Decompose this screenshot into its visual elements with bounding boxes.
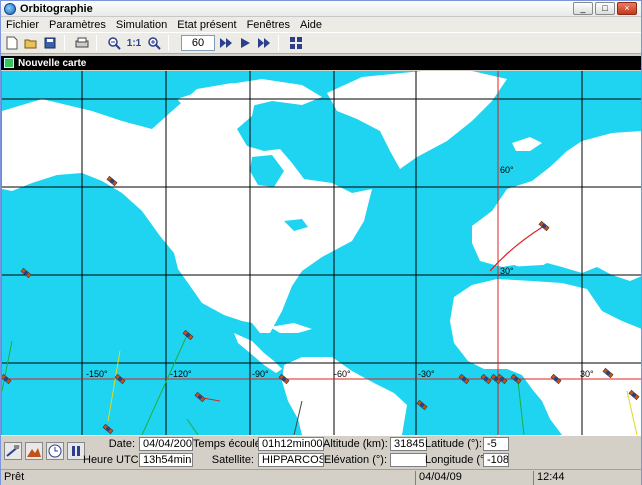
latitude-label: 60° <box>500 165 514 175</box>
elevation-field[interactable] <box>390 453 427 467</box>
elevation-label: Elévation (°): <box>323 454 387 466</box>
satellite-field[interactable]: HIPPARCOS <box>258 453 324 467</box>
longitude-label: -30° <box>418 369 435 379</box>
menu-simulation[interactable]: Simulation <box>111 19 172 31</box>
longitude-label: -120° <box>170 369 192 379</box>
fast-forward-icon[interactable] <box>218 35 234 51</box>
status-time: 12:44 <box>533 471 639 485</box>
menu-etat-present[interactable]: Etat présent <box>172 19 241 31</box>
elapsed-time-label: Temps écoulé: <box>193 438 264 450</box>
status-bar: Prêt 04/04/09 12:44 <box>1 469 641 485</box>
longitude-label: Longitude (°): <box>425 454 492 466</box>
menu-fenetres[interactable]: Fenêtres <box>242 19 295 31</box>
longitude-label: -90° <box>252 369 269 379</box>
info-panel: Date: 04/04/2009 Temps écoulé: 01h12min0… <box>1 435 641 469</box>
save-icon[interactable] <box>42 35 58 51</box>
altitude-field[interactable]: 31845 <box>390 437 427 451</box>
zoom-out-icon[interactable] <box>106 35 122 51</box>
utc-time-field[interactable]: 13h54min51 <box>139 453 193 467</box>
menu-bar: Fichier Paramètres Simulation Etat prése… <box>1 17 641 32</box>
longitude-label: -60° <box>334 369 351 379</box>
zoom-in-icon[interactable] <box>146 35 162 51</box>
open-folder-icon[interactable] <box>23 35 39 51</box>
latitude-label: 30° <box>500 266 514 276</box>
window-title: Orbitographie <box>20 2 93 15</box>
zoom-one-to-one-icon[interactable]: 1:1 <box>125 35 143 51</box>
globe-icon <box>4 2 16 15</box>
date-field[interactable]: 04/04/2009 <box>139 437 193 451</box>
map-window-titlebar[interactable]: Nouvelle carte <box>1 56 641 70</box>
status-text: Prêt <box>4 471 25 483</box>
satellite-label: Satellite: <box>211 454 254 466</box>
print-icon[interactable] <box>74 35 90 51</box>
toolbar-separator <box>168 35 169 51</box>
map-window-title: Nouvelle carte <box>18 57 87 69</box>
toolbar-separator <box>96 35 97 51</box>
altitude-label: Altitude (km): <box>323 438 388 450</box>
status-date: 04/04/09 <box>415 471 533 485</box>
latitude-field[interactable]: -5 <box>483 437 509 451</box>
minimize-button[interactable]: _ <box>573 2 593 15</box>
toolbar-separator <box>278 35 279 51</box>
menu-fichier[interactable]: Fichier <box>1 19 44 31</box>
play-icon[interactable] <box>237 35 253 51</box>
fast-play-icon[interactable] <box>256 35 272 51</box>
map-icon <box>4 58 14 68</box>
world-map[interactable]: -150° -120° -90° -60° -30° 30° 60° 30° <box>1 71 641 435</box>
satellite-view-icon[interactable] <box>4 442 22 460</box>
title-bar[interactable]: Orbitographie _ □ × <box>1 1 641 17</box>
date-label: Date: <box>108 438 135 450</box>
elapsed-time-field[interactable]: 01h12min00 <box>258 437 324 451</box>
longitude-label: 30° <box>580 369 594 379</box>
longitude-label: -150° <box>86 369 108 379</box>
toolbar: 1:1 60 <box>1 32 641 54</box>
latitude-label: Latitude (°): <box>425 438 482 450</box>
toolbar-separator <box>64 35 65 51</box>
maximize-button[interactable]: □ <box>595 2 615 15</box>
utc-time-label: Heure UTC: <box>83 454 142 466</box>
tile-windows-icon[interactable] <box>288 35 304 51</box>
longitude-field[interactable]: -108 <box>483 453 509 467</box>
menu-aide[interactable]: Aide <box>295 19 327 31</box>
clock-icon[interactable] <box>46 442 64 460</box>
app-window: Orbitographie _ □ × Fichier Paramètres S… <box>0 0 642 485</box>
speed-input[interactable]: 60 <box>181 35 215 51</box>
close-button[interactable]: × <box>617 2 637 15</box>
menu-parametres[interactable]: Paramètres <box>44 19 111 31</box>
new-document-icon[interactable] <box>4 35 20 51</box>
mountain-view-icon[interactable] <box>25 442 43 460</box>
